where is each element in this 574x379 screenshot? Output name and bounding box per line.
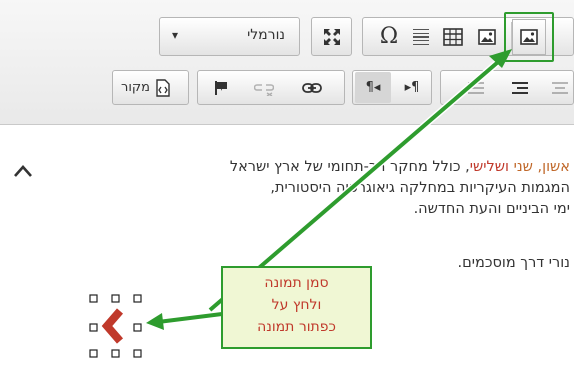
image-icon [520, 29, 538, 45]
table-button[interactable] [437, 20, 469, 53]
align-center-icon [551, 81, 568, 94]
format-select[interactable]: ▾ נורמלי [159, 17, 300, 56]
callout-line-2: ולחץ על [271, 297, 322, 313]
chevron-down-icon: ▾ [172, 28, 179, 42]
highlight-word-1: אשון, [537, 159, 570, 175]
maximize-button[interactable] [311, 17, 352, 56]
unlink-icon [254, 83, 274, 96]
ltr-button[interactable]: ¶◂ [355, 72, 391, 103]
unlink-button[interactable] [244, 72, 284, 103]
align-right-button[interactable] [503, 72, 537, 103]
horizontal-line-icon [413, 28, 429, 45]
format-select-value: נורמלי [247, 27, 285, 43]
callout-line-1: סמן תמונה [264, 275, 329, 291]
rtl-button[interactable]: ▸¶ [394, 72, 430, 103]
special-char-button[interactable]: Ω [373, 20, 405, 53]
scroll-up-icon[interactable] [12, 162, 34, 180]
editor-toolbar: ▾ נורמלי Ω מקור ¶◂ ▸¶ [0, 0, 574, 125]
align-justify-button[interactable] [459, 72, 493, 103]
image-icon [478, 28, 496, 45]
horizontal-rule-button[interactable] [405, 20, 437, 53]
callout-line-3: כפתור תמונה [257, 319, 336, 335]
highlight-word-2: שני [513, 159, 533, 175]
text-line-2: המגמות העיקריות במחלקה גיאוגרפיה היסטורי… [270, 180, 570, 196]
text-line-3: ימי הביניים והעת החדשה. [413, 201, 570, 217]
maximize-icon [323, 28, 340, 45]
align-justify-icon [468, 81, 484, 94]
source-button[interactable]: מקור [112, 70, 189, 105]
text-line-1: אשון, שני ושלישי, כולל מחקר רב-תחומי של … [230, 159, 570, 175]
link-icon [302, 82, 322, 93]
table-icon [443, 27, 463, 46]
anchor-button[interactable] [202, 72, 240, 103]
image-button-highlighted[interactable] [512, 19, 546, 55]
source-label: מקור [121, 80, 150, 95]
flag-icon [215, 80, 227, 95]
rtl-icon: ▸¶ [404, 80, 420, 95]
text-line-1-rest: , כולל מחקר רב-תחומי של ארץ ישראל [229, 159, 470, 175]
omega-icon: Ω [379, 24, 399, 49]
selected-image[interactable] [88, 293, 144, 361]
source-icon [156, 78, 170, 97]
highlight-word-3: ושלישי [469, 159, 509, 175]
align-center-button[interactable] [545, 72, 574, 103]
link-button[interactable] [290, 72, 334, 103]
image-button[interactable] [472, 20, 502, 53]
ltr-icon: ¶◂ [365, 80, 381, 95]
text-line-4: נורי דרך מוסכמים. [457, 255, 571, 271]
align-right-icon [512, 81, 528, 94]
instruction-callout: סמן תמונה ולחץ על כפתור תמונה [221, 266, 372, 349]
